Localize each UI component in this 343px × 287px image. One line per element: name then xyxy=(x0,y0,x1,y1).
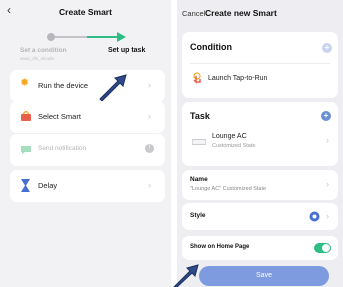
step1-label: Set a condition xyxy=(20,47,67,54)
show-home-label: Show on Home Page xyxy=(190,244,250,250)
chevron-right-icon: › xyxy=(326,211,329,221)
chevron-right-icon: › xyxy=(148,80,151,90)
arrow-pointer-icon xyxy=(173,264,199,287)
step-arrow-icon xyxy=(117,32,126,42)
style-swatch-icon xyxy=(309,211,320,222)
task-option-run-device[interactable]: ✹ Run the device › xyxy=(10,70,165,102)
page-title: Create new Smart xyxy=(205,8,277,18)
step-progress xyxy=(47,32,126,42)
smart-icon xyxy=(21,111,31,121)
chevron-right-icon: › xyxy=(326,179,329,189)
task-option-label: Send notification xyxy=(38,145,87,152)
task-option-label: Delay xyxy=(38,181,58,190)
page-title: Create Smart xyxy=(59,7,112,17)
task-heading: Task xyxy=(190,111,210,121)
name-value: "Lounge AC" Customized State xyxy=(190,186,267,192)
add-condition-icon[interactable]: + xyxy=(322,43,332,53)
save-button-label: Save xyxy=(256,272,272,279)
condition-heading: Condition xyxy=(190,42,232,52)
save-button[interactable]: Save xyxy=(199,266,329,286)
style-card[interactable]: Style › xyxy=(182,203,338,230)
tap-icon xyxy=(193,72,201,84)
notification-icon xyxy=(21,146,31,154)
task-option-label: Select Smart xyxy=(38,112,81,121)
ac-device-icon xyxy=(192,139,206,145)
info-icon: ! xyxy=(145,144,154,153)
chevron-right-icon: › xyxy=(326,135,329,145)
name-card[interactable]: Name "Lounge AC" Customized State › xyxy=(182,170,338,200)
create-smart-panel: ‹ Create Smart Set a condition www_dhi_v… xyxy=(0,0,171,287)
show-home-card: Show on Home Page xyxy=(182,236,338,260)
task-item-label[interactable]: Lounge AC xyxy=(212,133,247,140)
cancel-button[interactable]: Cancel xyxy=(182,9,205,18)
task-option-label: Run the device xyxy=(38,81,89,90)
task-item-sublabel: Customized State xyxy=(212,143,256,149)
condition-item-label[interactable]: Launch Tap-to-Run xyxy=(208,75,267,82)
step1-sublabel: www_dhi_vtcode xyxy=(20,56,55,61)
hourglass-icon xyxy=(21,179,30,192)
step1-dot xyxy=(47,33,55,41)
task-card: Task + Lounge AC Customized State › xyxy=(182,102,338,166)
step-line-grey xyxy=(49,36,89,38)
condition-card: Condition + Launch Tap-to-Run xyxy=(182,32,338,98)
style-label: Style xyxy=(190,212,206,219)
add-task-icon[interactable]: + xyxy=(321,111,331,121)
task-option-delay[interactable]: Delay › xyxy=(10,170,165,202)
task-option-select-smart[interactable]: Select Smart › xyxy=(10,101,165,133)
divider xyxy=(190,63,330,64)
toggle-knob xyxy=(322,244,330,252)
chevron-right-icon: › xyxy=(148,111,151,121)
name-label: Name xyxy=(190,176,208,183)
arrow-pointer-icon xyxy=(99,74,127,101)
step2-label: Set up task xyxy=(108,47,146,54)
step-line-green xyxy=(87,36,121,38)
chevron-right-icon: › xyxy=(148,180,151,190)
create-new-smart-panel: Cancel Create new Smart Condition + Laun… xyxy=(177,0,343,287)
sun-icon: ✹ xyxy=(20,77,30,89)
show-home-toggle[interactable] xyxy=(314,243,331,253)
task-option-send-notification[interactable]: Send notification ! xyxy=(10,134,165,166)
